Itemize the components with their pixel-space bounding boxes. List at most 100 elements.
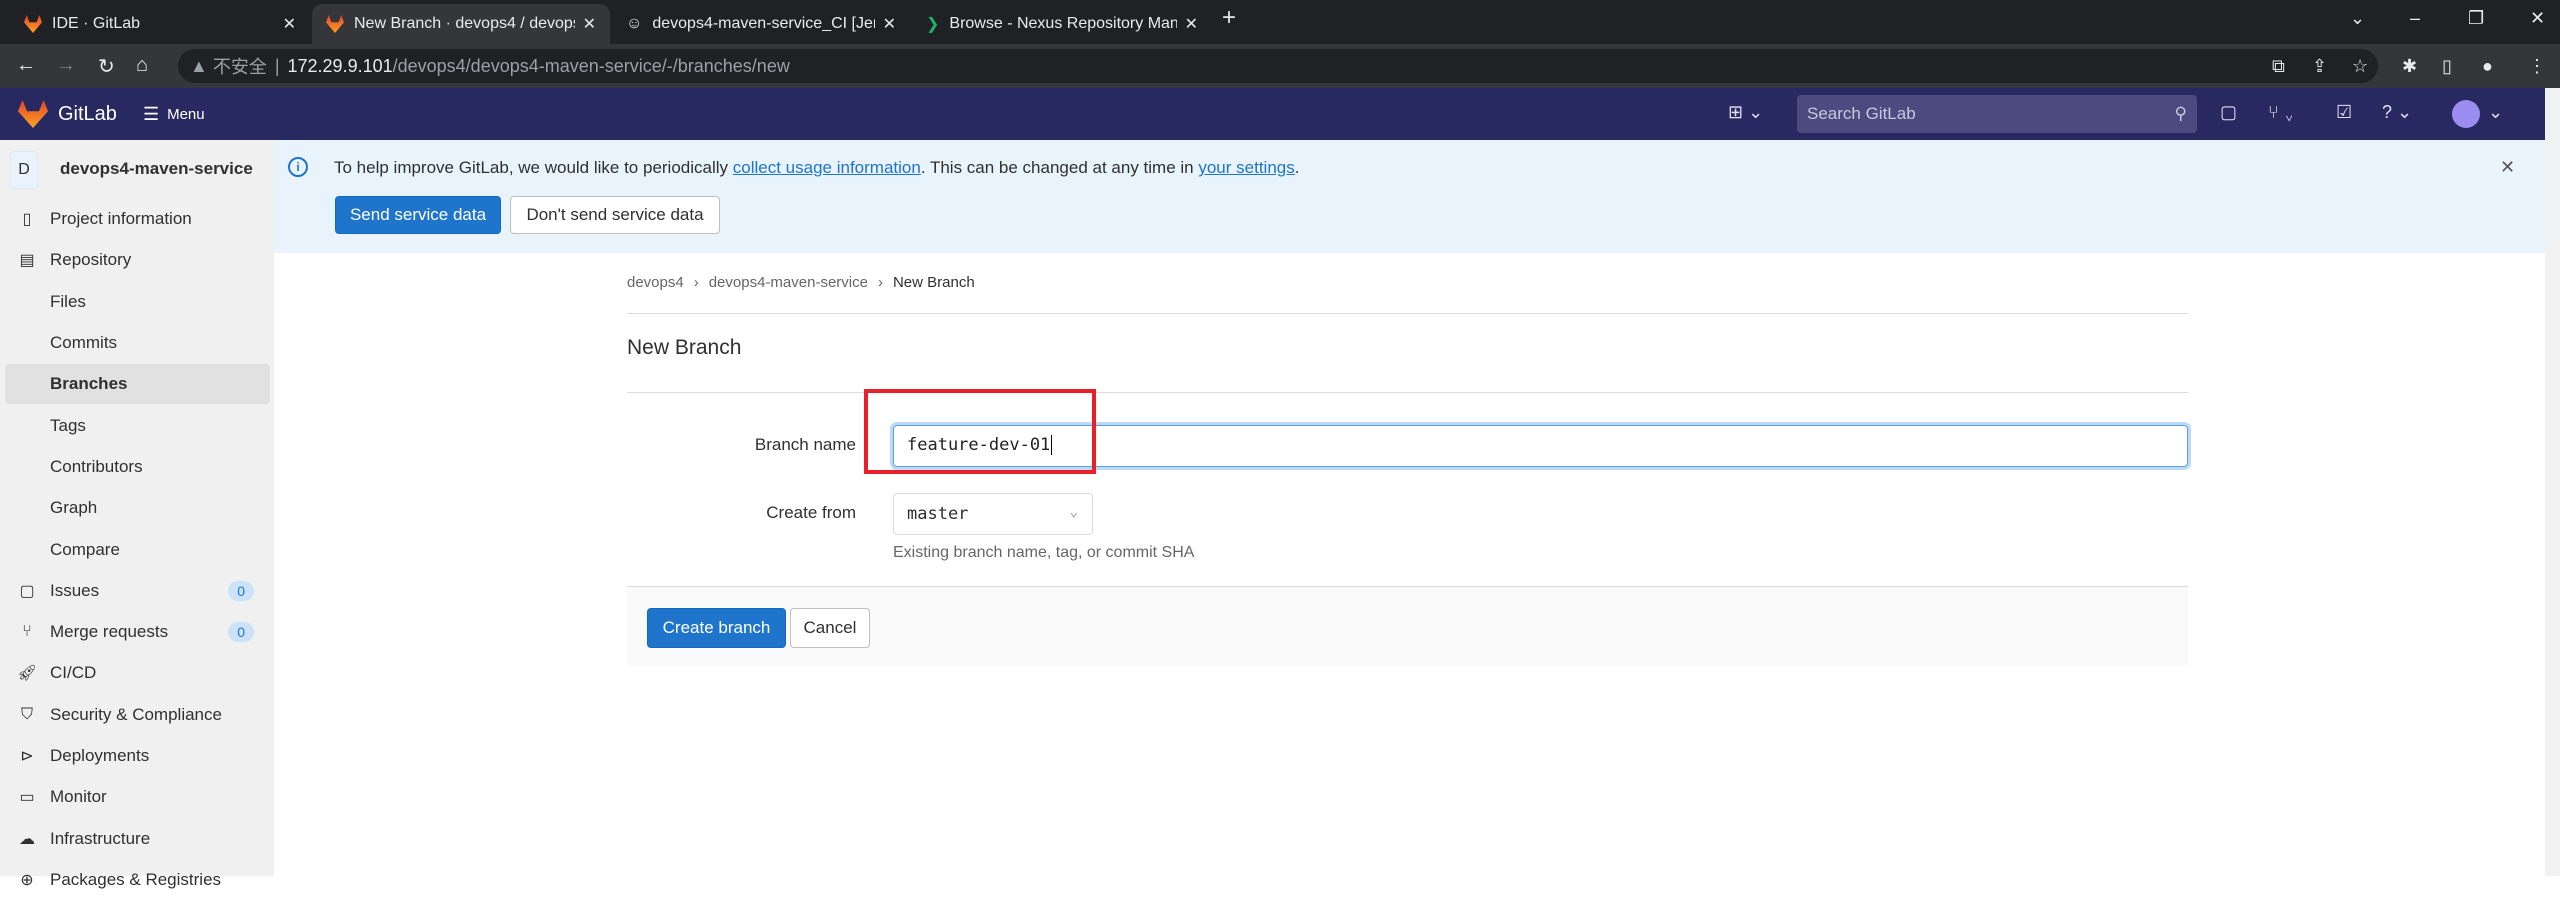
cloud-gear-icon: ☁: [19, 831, 35, 848]
close-tab-icon[interactable]: ✕: [583, 14, 596, 34]
sidebar-item-deployments[interactable]: ⊳ Deployments: [0, 736, 270, 776]
warning-icon: ▲: [190, 55, 213, 76]
chevron-right-icon: ›: [877, 274, 883, 291]
issues-icon[interactable]: ▢: [2220, 102, 2237, 123]
sidebar-item-branches[interactable]: Branches: [5, 364, 270, 404]
page-title: New Branch: [627, 336, 742, 359]
sidebar-item-compare[interactable]: Compare: [0, 530, 270, 570]
gitlab-logo-icon[interactable]: [18, 100, 48, 128]
jenkins-icon: ☺: [626, 15, 643, 32]
sidebar: D devops4-maven-service ▯ Project informa…: [0, 140, 274, 889]
create-from-help: Existing branch name, tag, or commit SHA: [893, 544, 1195, 561]
address-bar-row: ← → ↻ ⌂ ▲ 不安全 | 172.29.9.101/devops4/dev…: [0, 44, 2560, 88]
banner-message: To help improve GitLab, we would like to…: [334, 158, 1300, 177]
avatar[interactable]: [2452, 100, 2480, 128]
tab-nexus[interactable]: ❯Browse - Nexus Repository Manager✕: [912, 4, 1212, 44]
sidebar-item-infrastructure[interactable]: ☁ Infrastructure: [0, 819, 270, 859]
search-input[interactable]: Search GitLab ⚲: [1797, 95, 2197, 133]
new-icon[interactable]: ⊞ ⌄: [1728, 102, 1763, 123]
close-window-button[interactable]: ✕: [2530, 8, 2545, 29]
url-bar[interactable]: ▲ 不安全 | 172.29.9.101/devops4/devops4-mav…: [178, 49, 2378, 83]
minimize-button[interactable]: –: [2410, 8, 2420, 29]
breadcrumb-project[interactable]: devops4-maven-service: [709, 274, 868, 291]
tab-jenkins[interactable]: ☺devops4-maven-service_CI [Jenkins]✕: [612, 4, 910, 44]
sidepanel-icon[interactable]: ▯: [2442, 56, 2452, 77]
dont-send-service-data-button[interactable]: Don't send service data: [510, 196, 720, 234]
send-service-data-button[interactable]: Send service data: [335, 196, 501, 234]
project-name[interactable]: devops4-maven-service: [60, 159, 253, 179]
sidebar-item-commits[interactable]: Commits: [0, 323, 270, 363]
gitlab-icon: [326, 15, 344, 33]
star-icon[interactable]: ☆: [2352, 56, 2368, 77]
close-icon[interactable]: ✕: [2500, 157, 2515, 178]
sidebar-item-packages[interactable]: ⊕ Packages & Registries: [0, 860, 270, 900]
new-tab-button[interactable]: +: [1222, 4, 1236, 32]
forward-icon[interactable]: →: [56, 54, 76, 77]
close-tab-icon[interactable]: ✕: [883, 14, 896, 34]
breadcrumb: devops4 › devops4-maven-service › New Bran…: [627, 274, 975, 291]
menu-button[interactable]: Menu: [167, 106, 205, 123]
sidebar-item-project-information[interactable]: ▯ Project information: [0, 199, 270, 239]
close-tab-icon[interactable]: ✕: [1185, 14, 1198, 34]
tab-ide-gitlab[interactable]: IDE · GitLab ✕: [10, 4, 310, 44]
deployments-icon: ⊳: [20, 748, 34, 765]
settings-link[interactable]: your settings: [1198, 158, 1294, 177]
help-icon[interactable]: ? ⌄: [2382, 102, 2412, 123]
translate-icon[interactable]: ⧉: [2272, 56, 2285, 77]
breadcrumb-current[interactable]: New Branch: [893, 274, 975, 291]
back-icon[interactable]: ←: [16, 54, 36, 77]
sidebar-item-issues[interactable]: ▢ Issues 0: [0, 571, 270, 611]
reload-icon[interactable]: ↻: [98, 54, 115, 79]
gitlab-header: GitLab ☰ Menu ⊞ ⌄ Search GitLab ⚲ ▢ ⑂ ⌄ ☑…: [0, 88, 2545, 140]
sidebar-item-merge-requests[interactable]: ⑂ Merge requests 0: [0, 612, 270, 652]
restore-button[interactable]: ❐: [2468, 8, 2484, 29]
monitor-icon: ▭: [19, 789, 35, 806]
breadcrumb-devops4[interactable]: devops4: [627, 274, 684, 291]
sidebar-item-repository[interactable]: ▤ Repository: [0, 240, 270, 280]
merge-requests-icon[interactable]: ⑂ ⌄: [2268, 102, 2295, 123]
sidebar-item-files[interactable]: Files: [0, 282, 270, 322]
scrollbar[interactable]: [2545, 88, 2560, 876]
chevron-right-icon: ›: [693, 274, 699, 291]
profile-icon[interactable]: ●: [2482, 56, 2493, 77]
extensions-icon[interactable]: ✱: [2402, 56, 2417, 77]
brand[interactable]: GitLab: [58, 103, 117, 126]
divider: [627, 392, 2188, 393]
search-icon: ⚲: [2174, 104, 2187, 123]
sidebar-item-contributors[interactable]: Contributors: [0, 447, 270, 487]
collect-usage-link[interactable]: collect usage information: [733, 158, 921, 177]
document-icon: ▯: [22, 211, 32, 228]
rocket-icon: 🚀︎: [16, 665, 38, 682]
highlight-box: [864, 389, 1096, 474]
share-icon[interactable]: ⇪: [2312, 56, 2327, 77]
menu-icon[interactable]: ☰: [143, 104, 159, 125]
usage-ping-banner: i To help improve GitLab, we would like …: [274, 140, 2545, 253]
nexus-icon: ❯: [926, 16, 940, 33]
tab-search-icon[interactable]: ⌄: [2350, 8, 2365, 29]
form-actions: Create branch Cancel: [627, 586, 2188, 666]
mr-count-badge: 0: [228, 622, 254, 642]
create-branch-button[interactable]: Create branch: [647, 608, 786, 648]
shield-icon: ⛉: [20, 706, 33, 723]
sidebar-item-tags[interactable]: Tags: [0, 406, 270, 446]
create-from-select[interactable]: master ⌄: [893, 493, 1093, 535]
info-icon: i: [288, 157, 308, 177]
sidebar-item-graph[interactable]: Graph: [0, 488, 270, 528]
issues-icon: ▢: [19, 583, 35, 600]
chevron-down-icon: ⌄: [1069, 504, 1078, 520]
sidebar-item-security[interactable]: ⛉ Security & Compliance: [0, 695, 270, 735]
home-icon[interactable]: ⌂: [136, 54, 148, 77]
chevron-down-icon[interactable]: ⌄: [2488, 102, 2503, 123]
tab-new-branch[interactable]: New Branch · devops4 / devops4-maven-ser…: [312, 4, 610, 44]
cancel-button[interactable]: Cancel: [790, 608, 870, 648]
package-icon: ⊕: [20, 872, 34, 889]
more-icon[interactable]: ⋮: [2528, 56, 2546, 77]
branch-name-label: Branch name: [754, 435, 856, 454]
sidebar-item-monitor[interactable]: ▭ Monitor: [0, 777, 270, 817]
gitlab-icon: [24, 15, 42, 33]
todo-icon[interactable]: ☑: [2336, 102, 2352, 123]
close-tab-icon[interactable]: ✕: [283, 14, 296, 34]
sidebar-item-cicd[interactable]: 🚀︎ CI/CD: [0, 653, 270, 693]
issues-count-badge: 0: [228, 581, 254, 601]
project-avatar[interactable]: D: [10, 151, 38, 189]
